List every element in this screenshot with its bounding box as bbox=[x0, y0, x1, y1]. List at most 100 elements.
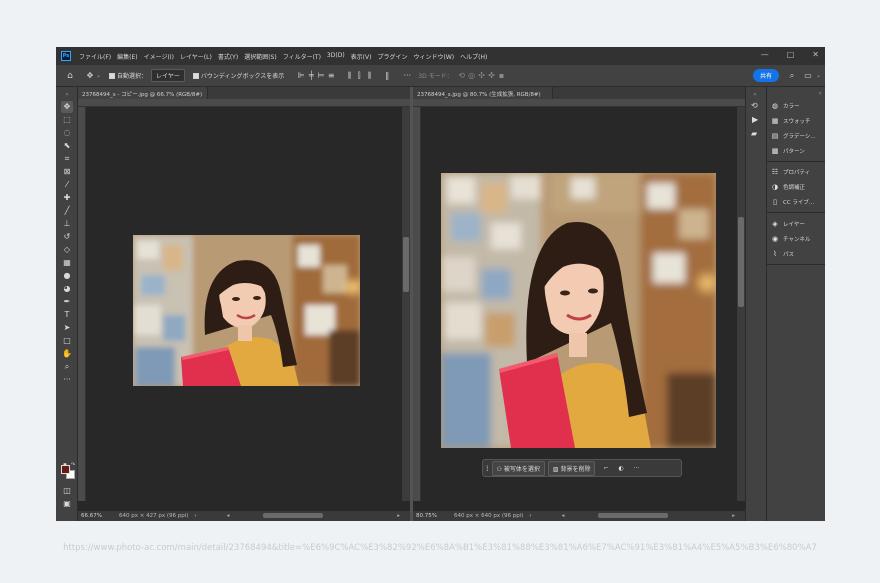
path-select-tool-icon[interactable]: ➤ bbox=[61, 322, 73, 334]
zoom-level[interactable]: 80.75% bbox=[416, 513, 450, 519]
menu-plugins[interactable]: プラグイン bbox=[377, 52, 407, 61]
close-icon[interactable]: ✕ bbox=[812, 50, 819, 59]
scroll-left-icon[interactable]: ◂ bbox=[562, 513, 565, 519]
panel-properties[interactable]: ☷ プロパティ bbox=[771, 168, 810, 176]
3d-roll-icon[interactable]: ◎ bbox=[467, 71, 477, 80]
panel-adjustments[interactable]: ◑ 色調補正 bbox=[771, 183, 805, 191]
menu-edit[interactable]: 編集(E) bbox=[117, 52, 137, 61]
stamp-tool-icon[interactable]: ⊥ bbox=[61, 218, 73, 230]
photo-canvas-2[interactable] bbox=[441, 173, 716, 448]
search-icon[interactable]: ⌕ bbox=[787, 71, 797, 81]
object-select-tool-icon[interactable]: ⬉ bbox=[61, 140, 73, 152]
workspace-chevron-icon[interactable]: ⌄ bbox=[816, 72, 821, 79]
vertical-scrollbar[interactable] bbox=[402, 107, 410, 501]
menu-file[interactable]: ファイル(F) bbox=[79, 52, 111, 61]
transform-controls-checkbox[interactable] bbox=[192, 72, 199, 79]
screen-mode-icon[interactable]: ▣ bbox=[61, 498, 73, 510]
hand-tool-icon[interactable]: ✋ bbox=[61, 348, 73, 360]
remove-background-button[interactable]: ▨ 背景を削除 bbox=[547, 460, 596, 476]
collapse-icon[interactable]: » bbox=[61, 89, 73, 101]
menu-filter[interactable]: フィルター(T) bbox=[283, 52, 321, 61]
drag-handle-icon[interactable]: ⁞ bbox=[486, 464, 489, 473]
horizontal-scroll-thumb[interactable] bbox=[263, 513, 323, 518]
distribute-spacing-icon[interactable]: ‖ bbox=[382, 71, 392, 80]
eyedropper-tool-icon[interactable]: ⁄ bbox=[61, 179, 73, 191]
align-center-icon[interactable]: ╪ bbox=[306, 71, 316, 80]
align-top-icon[interactable]: ≡ bbox=[326, 71, 336, 80]
scroll-thumb[interactable] bbox=[403, 237, 409, 292]
menu-view[interactable]: 表示(V) bbox=[351, 52, 372, 61]
history-brush-tool-icon[interactable]: ↺ bbox=[61, 231, 73, 243]
align-right-icon[interactable]: ⊨ bbox=[316, 71, 326, 80]
more-icon[interactable]: ··· bbox=[634, 465, 640, 472]
distribute-center-icon[interactable]: ⫿ bbox=[354, 71, 364, 81]
comments-icon[interactable]: ▰ bbox=[751, 129, 757, 138]
panel-cc-libraries[interactable]: ▯ CC ライブ... bbox=[771, 198, 814, 206]
panel-patterns[interactable]: ▩ パターン bbox=[771, 147, 805, 155]
adjustment-icon[interactable]: ◐ bbox=[618, 465, 623, 472]
scroll-right-icon[interactable]: ▸ bbox=[397, 513, 400, 519]
collapse-panels-icon[interactable]: « bbox=[753, 91, 757, 98]
auto-select-checkbox[interactable] bbox=[109, 72, 116, 79]
quick-mask-icon[interactable]: ◫ bbox=[61, 485, 73, 497]
eraser-tool-icon[interactable]: ◇ bbox=[61, 244, 73, 256]
panel-layers[interactable]: ◈ レイヤー bbox=[771, 220, 805, 228]
distribute-right-icon[interactable]: ⫼ bbox=[364, 71, 374, 81]
zoom-tool-icon[interactable]: ⌕ bbox=[61, 361, 73, 373]
crop-tool-icon[interactable]: ⌗ bbox=[61, 153, 73, 165]
status-chevron-icon[interactable]: › bbox=[194, 513, 196, 519]
history-icon[interactable]: ⟲ bbox=[751, 101, 758, 110]
maximize-icon[interactable]: □ bbox=[787, 50, 795, 59]
marquee-tool-icon[interactable]: ⬚ bbox=[61, 114, 73, 126]
gradient-tool-icon[interactable]: ▦ bbox=[61, 257, 73, 269]
3d-orbit-icon[interactable]: ⟲ bbox=[457, 71, 467, 80]
blur-tool-icon[interactable]: ● bbox=[61, 270, 73, 282]
menu-3d[interactable]: 3D(D) bbox=[327, 52, 345, 61]
frame-tool-icon[interactable]: ⊠ bbox=[61, 166, 73, 178]
panel-color[interactable]: ◍ カラー bbox=[771, 102, 800, 110]
healing-brush-tool-icon[interactable]: ✚ bbox=[61, 192, 73, 204]
vertical-scrollbar[interactable] bbox=[737, 107, 745, 501]
brush-tool-icon[interactable]: ╱ bbox=[61, 205, 73, 217]
menu-help[interactable]: ヘルプ(H) bbox=[460, 52, 487, 61]
panel-gradients[interactable]: ▤ グラデーシ... bbox=[771, 132, 816, 140]
scroll-left-icon[interactable]: ◂ bbox=[227, 513, 230, 519]
pen-tool-icon[interactable]: ✒ bbox=[61, 296, 73, 308]
scroll-right-icon[interactable]: ▸ bbox=[732, 513, 735, 519]
more-options-icon[interactable]: ··· bbox=[402, 71, 412, 80]
crop-icon[interactable]: ⌐ bbox=[603, 465, 608, 472]
auto-select-dropdown[interactable]: レイヤー bbox=[151, 69, 185, 82]
panel-swatches[interactable]: ▦ スウォッチ bbox=[771, 117, 811, 125]
rectangle-tool-icon[interactable]: □ bbox=[61, 335, 73, 347]
home-icon[interactable]: ⌂ bbox=[65, 71, 75, 81]
type-tool-icon[interactable]: T bbox=[61, 309, 73, 321]
lasso-tool-icon[interactable]: ◌ bbox=[61, 127, 73, 139]
menu-select[interactable]: 選択範囲(S) bbox=[244, 52, 277, 61]
tab-document-1[interactable]: 23768494_s - コピー.jpg @ 66.7% (RGB/8#) bbox=[78, 87, 208, 99]
photo-canvas-1[interactable] bbox=[133, 235, 360, 386]
tab-document-2[interactable]: 23768494_s.jpg @ 80.7% (生成拡張, RGB/8#) bbox=[413, 87, 553, 99]
foreground-color-swatch[interactable] bbox=[61, 465, 70, 474]
status-chevron-icon[interactable]: › bbox=[529, 513, 531, 519]
zoom-level[interactable]: 66.67% bbox=[81, 513, 115, 519]
panel-channels[interactable]: ◉ チャンネル bbox=[771, 235, 810, 243]
collapse-dock-icon[interactable]: » bbox=[818, 90, 822, 97]
menu-image[interactable]: イメージ(I) bbox=[144, 52, 174, 61]
3d-scale-icon[interactable]: ▪ bbox=[497, 71, 507, 80]
actions-icon[interactable]: ▶ bbox=[752, 115, 758, 124]
menu-layer[interactable]: レイヤー(L) bbox=[180, 52, 212, 61]
3d-slide-icon[interactable]: ✜ bbox=[487, 71, 497, 80]
menu-window[interactable]: ウィンドウ(W) bbox=[413, 52, 454, 61]
workspace-icon[interactable]: ▭ bbox=[803, 71, 813, 80]
distribute-icon[interactable]: ⫼ bbox=[344, 71, 354, 81]
menu-type[interactable]: 書式(Y) bbox=[218, 52, 238, 61]
horizontal-scroll-thumb[interactable] bbox=[598, 513, 668, 518]
share-button[interactable]: 共有 bbox=[752, 69, 779, 82]
move-tool-icon[interactable]: ✥ bbox=[61, 101, 73, 113]
align-left-icon[interactable]: ⊫ bbox=[296, 71, 306, 80]
move-tool-icon[interactable]: ✥ bbox=[85, 71, 95, 80]
edit-toolbar-icon[interactable]: ··· bbox=[61, 374, 73, 386]
tool-preset-chevron-icon[interactable]: ⌄ bbox=[96, 72, 101, 79]
select-subject-button[interactable]: ⚇ 被写体を選択 bbox=[491, 460, 545, 476]
3d-pan-icon[interactable]: ✣ bbox=[477, 71, 487, 80]
